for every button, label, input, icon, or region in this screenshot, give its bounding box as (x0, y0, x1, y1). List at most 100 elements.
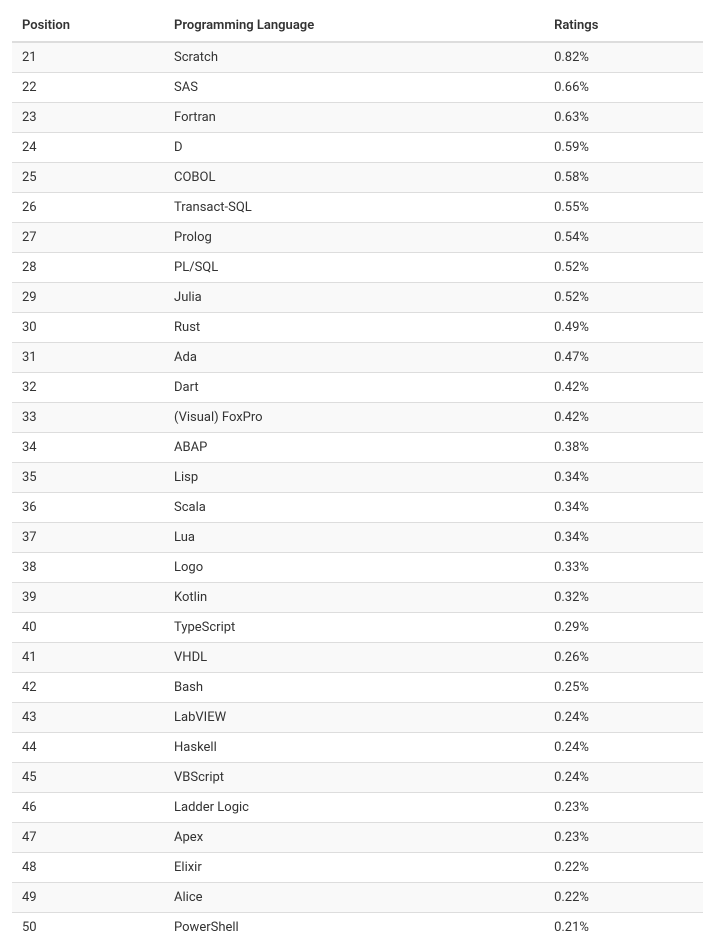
cell-position: 39 (12, 583, 164, 613)
cell-language: Lua (164, 523, 544, 553)
cell-language: Fortran (164, 103, 544, 133)
cell-language: PowerShell (164, 913, 544, 943)
table-row: 49Alice0.22% (12, 883, 703, 913)
table-row: 48Elixir0.22% (12, 853, 703, 883)
table-row: 43LabVIEW0.24% (12, 703, 703, 733)
table-header-row: Position Programming Language Ratings (12, 10, 703, 42)
cell-position: 47 (12, 823, 164, 853)
cell-ratings: 0.42% (544, 373, 703, 403)
cell-ratings: 0.23% (544, 823, 703, 853)
cell-position: 41 (12, 643, 164, 673)
cell-language: Prolog (164, 223, 544, 253)
cell-language: Rust (164, 313, 544, 343)
cell-ratings: 0.25% (544, 673, 703, 703)
cell-ratings: 0.32% (544, 583, 703, 613)
table-row: 25COBOL0.58% (12, 163, 703, 193)
cell-position: 29 (12, 283, 164, 313)
cell-ratings: 0.49% (544, 313, 703, 343)
cell-language: PL/SQL (164, 253, 544, 283)
cell-position: 48 (12, 853, 164, 883)
cell-language: Lisp (164, 463, 544, 493)
cell-language: VHDL (164, 643, 544, 673)
table-row: 50PowerShell0.21% (12, 913, 703, 943)
cell-position: 26 (12, 193, 164, 223)
cell-position: 50 (12, 913, 164, 943)
cell-position: 43 (12, 703, 164, 733)
cell-language: Dart (164, 373, 544, 403)
cell-ratings: 0.34% (544, 463, 703, 493)
cell-position: 44 (12, 733, 164, 763)
table-row: 22SAS0.66% (12, 73, 703, 103)
cell-ratings: 0.55% (544, 193, 703, 223)
table-row: 39Kotlin0.32% (12, 583, 703, 613)
cell-language: (Visual) FoxPro (164, 403, 544, 433)
cell-ratings: 0.24% (544, 703, 703, 733)
cell-position: 35 (12, 463, 164, 493)
table-row: 21Scratch0.82% (12, 42, 703, 73)
table-row: 38Logo0.33% (12, 553, 703, 583)
cell-ratings: 0.24% (544, 763, 703, 793)
cell-position: 45 (12, 763, 164, 793)
cell-position: 33 (12, 403, 164, 433)
cell-ratings: 0.22% (544, 883, 703, 913)
table-row: 36Scala0.34% (12, 493, 703, 523)
cell-position: 31 (12, 343, 164, 373)
cell-position: 32 (12, 373, 164, 403)
cell-ratings: 0.21% (544, 913, 703, 943)
header-ratings[interactable]: Ratings (544, 10, 703, 42)
cell-ratings: 0.54% (544, 223, 703, 253)
cell-ratings: 0.66% (544, 73, 703, 103)
table-row: 47Apex0.23% (12, 823, 703, 853)
header-language[interactable]: Programming Language (164, 10, 544, 42)
cell-language: Bash (164, 673, 544, 703)
cell-ratings: 0.34% (544, 523, 703, 553)
cell-ratings: 0.82% (544, 42, 703, 73)
cell-position: 46 (12, 793, 164, 823)
cell-ratings: 0.26% (544, 643, 703, 673)
cell-position: 49 (12, 883, 164, 913)
table-row: 35Lisp0.34% (12, 463, 703, 493)
cell-position: 34 (12, 433, 164, 463)
table-row: 40TypeScript0.29% (12, 613, 703, 643)
table-row: 24D0.59% (12, 133, 703, 163)
table-row: 28PL/SQL0.52% (12, 253, 703, 283)
cell-position: 23 (12, 103, 164, 133)
cell-ratings: 0.24% (544, 733, 703, 763)
cell-position: 21 (12, 42, 164, 73)
cell-ratings: 0.47% (544, 343, 703, 373)
cell-ratings: 0.63% (544, 103, 703, 133)
cell-position: 42 (12, 673, 164, 703)
cell-language: Ladder Logic (164, 793, 544, 823)
header-position[interactable]: Position (12, 10, 164, 42)
cell-position: 36 (12, 493, 164, 523)
table-row: 46Ladder Logic0.23% (12, 793, 703, 823)
table-body: 21Scratch0.82%22SAS0.66%23Fortran0.63%24… (12, 42, 703, 942)
cell-language: VBScript (164, 763, 544, 793)
cell-position: 25 (12, 163, 164, 193)
programming-language-table: Position Programming Language Ratings 21… (12, 10, 703, 942)
cell-ratings: 0.52% (544, 253, 703, 283)
cell-language: Scala (164, 493, 544, 523)
table-row: 37Lua0.34% (12, 523, 703, 553)
cell-ratings: 0.29% (544, 613, 703, 643)
cell-ratings: 0.23% (544, 793, 703, 823)
table-row: 32Dart0.42% (12, 373, 703, 403)
cell-ratings: 0.59% (544, 133, 703, 163)
cell-language: LabVIEW (164, 703, 544, 733)
cell-ratings: 0.22% (544, 853, 703, 883)
cell-position: 28 (12, 253, 164, 283)
table-row: 33(Visual) FoxPro0.42% (12, 403, 703, 433)
cell-language: Julia (164, 283, 544, 313)
cell-position: 38 (12, 553, 164, 583)
cell-ratings: 0.33% (544, 553, 703, 583)
table-row: 29Julia0.52% (12, 283, 703, 313)
cell-language: Alice (164, 883, 544, 913)
cell-language: COBOL (164, 163, 544, 193)
cell-position: 22 (12, 73, 164, 103)
cell-language: Transact-SQL (164, 193, 544, 223)
table-row: 34ABAP0.38% (12, 433, 703, 463)
table-row: 41VHDL0.26% (12, 643, 703, 673)
table-row: 42Bash0.25% (12, 673, 703, 703)
table-row: 23Fortran0.63% (12, 103, 703, 133)
cell-language: Haskell (164, 733, 544, 763)
